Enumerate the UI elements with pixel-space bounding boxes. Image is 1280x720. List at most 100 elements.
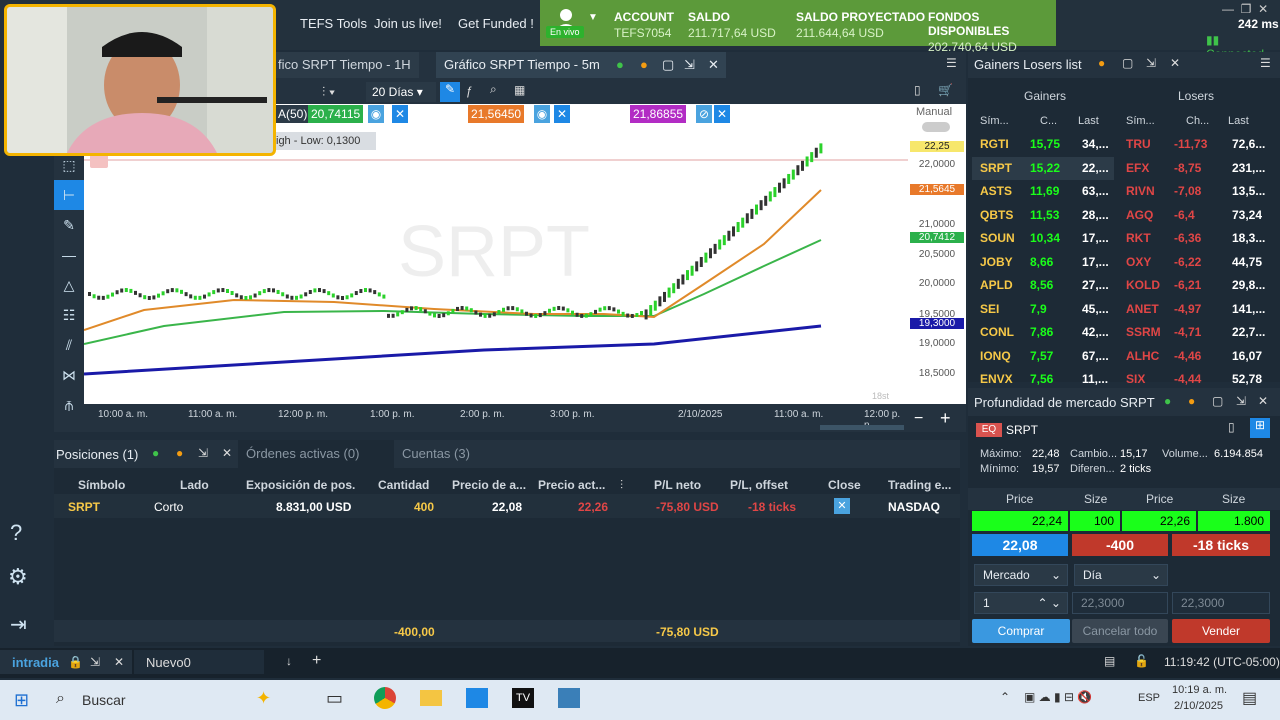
close-icon[interactable]: ✕ — [708, 52, 719, 78]
loser-cell[interactable]: 18,3... — [1232, 231, 1265, 245]
gainer-cell[interactable]: 22,... — [1082, 161, 1109, 175]
crosshair-icon[interactable]: ⊢ — [54, 180, 84, 210]
gainer-cell[interactable]: 17,... — [1082, 255, 1109, 269]
loser-cell[interactable]: 52,78 — [1232, 372, 1262, 386]
quantity-stepper[interactable]: 1 ⌃ ⌄ — [974, 592, 1068, 614]
tab-positions[interactable]: Posiciones (1) — [56, 447, 138, 462]
cart-icon[interactable]: ⊞ — [1250, 418, 1270, 438]
maximize-icon[interactable]: ▢ — [662, 52, 674, 78]
loser-cell[interactable]: -4,71 — [1174, 325, 1201, 339]
chevron-down-icon[interactable]: ▼ — [588, 12, 598, 23]
taskbar-search[interactable]: Buscar — [82, 692, 126, 708]
gainer-cell[interactable]: 42,... — [1082, 325, 1109, 339]
triangle-icon[interactable]: △ — [54, 270, 84, 300]
document-icon[interactable]: ▤ — [1104, 654, 1115, 668]
loser-cell[interactable]: RIVN — [1126, 184, 1155, 198]
loser-cell[interactable]: -6,4 — [1174, 208, 1195, 222]
zoom-out-icon[interactable]: − — [914, 410, 923, 428]
bid-size[interactable]: 100 — [1070, 511, 1120, 531]
positions-column-header[interactable]: P/L, offset — [730, 478, 788, 492]
clock-time[interactable]: 10:19 a. m. — [1172, 684, 1227, 696]
tab-chart-5m[interactable]: Gráfico SRPT Tiempo - 5m ● ● ▢ ⇲ ✕ — [436, 52, 726, 78]
loser-cell[interactable]: 141,... — [1232, 302, 1265, 316]
gainer-cell[interactable]: APLD — [980, 278, 1013, 292]
positions-column-header[interactable]: Close — [828, 478, 861, 492]
notification-icon[interactable]: ▤ — [1242, 688, 1257, 708]
layout-icon[interactable]: ▦ — [514, 83, 525, 97]
gainer-cell[interactable]: 7,56 — [1030, 372, 1053, 386]
loser-cell[interactable]: -6,22 — [1174, 255, 1201, 269]
gainer-cell[interactable]: CONL — [980, 325, 1014, 339]
close-position-button[interactable]: ✕ — [834, 498, 850, 514]
sell-button[interactable]: Vender — [1172, 619, 1270, 643]
loser-cell[interactable]: EFX — [1126, 161, 1149, 175]
loser-cell[interactable]: RKT — [1126, 231, 1151, 245]
gear-icon[interactable]: ⚙ — [8, 564, 28, 590]
gainer-cell[interactable]: SRPT — [980, 161, 1012, 175]
nav-get-funded[interactable]: Get Funded ! — [458, 16, 534, 31]
tab-chart-1h[interactable]: fico SRPT Tiempo - 1H — [270, 52, 419, 78]
positions-column-header[interactable]: Exposición de pos. — [246, 478, 355, 492]
cart-icon[interactable]: 🛒 — [938, 83, 953, 97]
gainer-cell[interactable]: 7,86 — [1030, 325, 1053, 339]
lock-icon[interactable]: 🔓 — [1134, 654, 1149, 668]
scale-toggle[interactable] — [922, 122, 950, 132]
brush-icon[interactable]: ✎ — [54, 210, 84, 240]
gl-column-header[interactable]: C... — [1040, 115, 1057, 127]
chevron-up-icon[interactable]: ⌃ — [1000, 690, 1010, 704]
loser-cell[interactable]: -4,44 — [1174, 372, 1201, 386]
pin-icon[interactable]: ⇲ — [90, 655, 100, 669]
loser-cell[interactable]: 13,5... — [1232, 184, 1265, 198]
chrome-icon[interactable] — [374, 687, 396, 709]
add-workspace-icon[interactable]: + — [312, 652, 321, 670]
close-icon[interactable]: ✕ — [392, 105, 408, 123]
loser-cell[interactable]: AGQ — [1126, 208, 1153, 222]
clock-date[interactable]: 2/10/2025 — [1174, 700, 1223, 712]
tab-accounts[interactable]: Cuentas (3) — [394, 440, 500, 468]
gainer-cell[interactable]: ENVX — [980, 372, 1013, 386]
gainer-cell[interactable]: 17,... — [1082, 231, 1109, 245]
chart-scrollbar[interactable] — [820, 425, 904, 430]
loser-cell[interactable]: 73,24 — [1232, 208, 1262, 222]
loser-cell[interactable]: ANET — [1126, 302, 1159, 316]
loser-cell[interactable]: -6,36 — [1174, 231, 1201, 245]
maximize-icon[interactable]: ▢ — [1212, 394, 1223, 408]
gainer-cell[interactable]: QBTS — [980, 208, 1013, 222]
pin-icon[interactable]: ⇲ — [1236, 394, 1246, 408]
gl-column-header[interactable]: Last — [1078, 115, 1099, 127]
loser-cell[interactable]: 44,75 — [1232, 255, 1262, 269]
zigzag-icon[interactable]: ⋈ — [54, 360, 84, 390]
close-icon[interactable]: ✕ — [114, 655, 124, 669]
ask-price[interactable]: 22,26 — [1122, 511, 1196, 531]
pin-icon[interactable]: ⇲ — [684, 52, 695, 78]
copilot-icon[interactable]: ✦ — [256, 688, 271, 709]
eye-icon[interactable]: ◉ — [534, 105, 550, 123]
loser-cell[interactable]: -4,46 — [1174, 349, 1201, 363]
gainer-cell[interactable]: ASTS — [980, 184, 1012, 198]
fork-icon[interactable]: ⫚ — [54, 390, 84, 420]
period-select[interactable]: 20 Días ▾ — [366, 82, 436, 102]
gainer-cell[interactable]: JOBY — [980, 255, 1013, 269]
loser-cell[interactable]: -4,97 — [1174, 302, 1201, 316]
gainer-cell[interactable]: 8,66 — [1030, 255, 1053, 269]
sort-icon[interactable]: ⫶ — [620, 478, 623, 493]
indicator-icon[interactable]: ƒ — [466, 84, 473, 98]
line-icon[interactable]: — — [54, 240, 84, 270]
eye-off-icon[interactable]: ⊘ — [696, 105, 712, 123]
grid-icon[interactable]: ☷ — [54, 300, 84, 330]
download-icon[interactable]: ↓ — [286, 654, 292, 668]
close-icon[interactable]: ✕ — [1170, 56, 1180, 70]
loser-cell[interactable]: KOLD — [1126, 278, 1160, 292]
gainer-cell[interactable]: 10,34 — [1030, 231, 1060, 245]
bookmark-icon[interactable]: ▯ — [914, 83, 921, 97]
pin-icon[interactable]: ⇲ — [1146, 56, 1156, 70]
logout-icon[interactable]: ⇥ — [10, 612, 27, 637]
positions-column-header[interactable]: Precio act... — [538, 478, 605, 492]
language-indicator[interactable]: ESP — [1138, 692, 1160, 704]
cancel-all-button[interactable]: Cancelar todo — [1072, 619, 1168, 643]
zoom-in-icon[interactable]: + — [940, 408, 951, 429]
positions-column-header[interactable]: Precio de a... — [452, 478, 526, 492]
gainer-cell[interactable]: SOUN — [980, 231, 1015, 245]
positions-column-header[interactable]: Cantidad — [378, 478, 429, 492]
loser-cell[interactable]: ALHC — [1126, 349, 1159, 363]
